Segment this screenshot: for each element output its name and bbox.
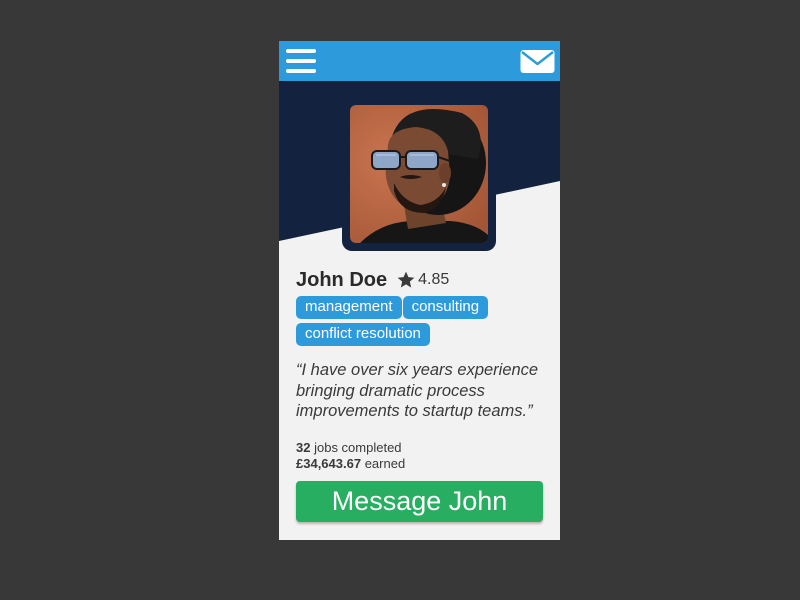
profile-name: John Doe	[296, 268, 388, 291]
stats: 32 jobs completed £34,643.67 earned	[296, 440, 405, 472]
earned-amount: £34,643.67	[296, 456, 362, 471]
top-bar	[279, 41, 560, 81]
jobs-label: jobs completed	[314, 440, 402, 455]
avatar	[350, 105, 488, 243]
profile-quote: “I have over six years experience bringi…	[296, 361, 539, 420]
star-icon	[397, 271, 415, 288]
profile-card: John Doe 4.85 management consulting confl…	[279, 41, 560, 540]
earned-label: earned	[364, 456, 406, 471]
jobs-stat: 32 jobs completed	[296, 440, 405, 456]
jobs-count: 32	[296, 440, 311, 455]
message-button[interactable]: Message John	[296, 481, 543, 522]
tag-consulting[interactable]: consulting	[402, 296, 489, 319]
name-row: John Doe 4.85	[296, 267, 449, 293]
menu-icon[interactable]	[286, 49, 316, 74]
earned-stat: £34,643.67 earned	[296, 456, 405, 472]
skill-tags: management consulting conflict resolution	[296, 296, 546, 350]
rating-value: 4.85	[418, 271, 450, 288]
mail-icon[interactable]	[519, 46, 556, 76]
tag-conflict-resolution[interactable]: conflict resolution	[296, 323, 430, 346]
tag-management[interactable]: management	[296, 296, 402, 319]
